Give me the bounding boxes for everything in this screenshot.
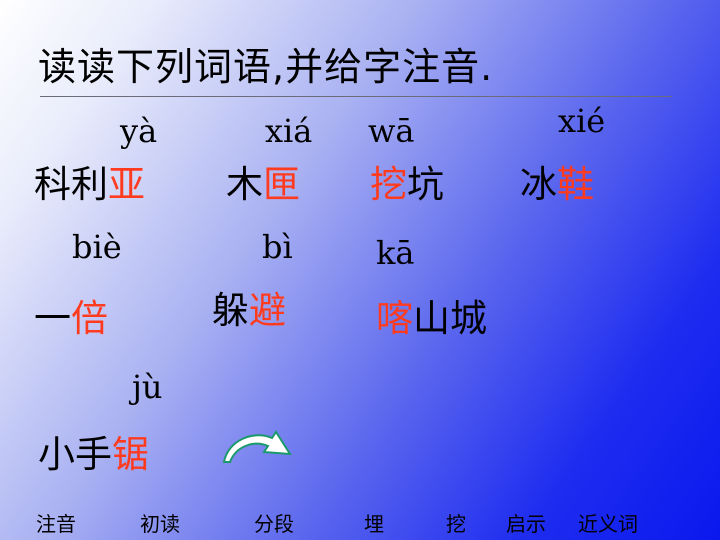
word-muxia: 木匣 (226, 154, 300, 208)
word-kashancheng: 喀山城 (376, 288, 487, 342)
pinyin-wa: wā (368, 112, 415, 150)
word-prefix: 一 (34, 297, 71, 340)
word-prefix: 小手 (38, 433, 112, 476)
nav-jinyici[interactable]: 近义词 (578, 508, 638, 537)
pinyin-bi: bì (262, 228, 293, 266)
nav-wa[interactable]: 挖 (446, 508, 466, 537)
word-duobi: 躲避 (212, 280, 286, 334)
word-prefix: 科利 (34, 163, 108, 206)
word-xiaoshouju: 小手锯 (38, 424, 149, 478)
nav-qishi[interactable]: 启示 (506, 508, 546, 537)
curved-arrow-icon[interactable] (218, 426, 294, 464)
nav-fenduan[interactable]: 分段 (254, 508, 294, 537)
target-char: 喀 (376, 297, 413, 340)
word-prefix: 躲 (212, 289, 249, 332)
pinyin-ya: yà (120, 112, 158, 150)
nav-zhuyin[interactable]: 注音 (36, 508, 76, 537)
target-char: 亚 (108, 163, 145, 206)
word-prefix: 冰 (520, 163, 557, 206)
slide-title: 读读下列词语,并给字注音. (38, 45, 494, 89)
pinyin-bie: biè (72, 228, 122, 266)
target-char: 匣 (263, 163, 300, 206)
word-suffix: 坑 (407, 163, 444, 206)
word-bingxie: 冰鞋 (520, 154, 594, 208)
target-char: 倍 (71, 297, 108, 340)
target-char: 鞋 (557, 163, 594, 206)
pinyin-ka: kā (376, 234, 415, 272)
word-suffix: 山城 (413, 297, 487, 340)
word-keliya: 科利亚 (34, 154, 145, 208)
pinyin-ju: jù (132, 368, 163, 406)
word-yibei: 一倍 (34, 288, 108, 342)
nav-mai[interactable]: 埋 (364, 508, 384, 537)
word-wakeng: 挖坑 (370, 154, 444, 208)
target-char: 锯 (112, 433, 149, 476)
target-char: 避 (249, 289, 286, 332)
pinyin-xie: xié (558, 102, 606, 140)
nav-chudu[interactable]: 初读 (140, 508, 180, 537)
pinyin-xia: xiá (265, 112, 313, 150)
target-char: 挖 (370, 163, 407, 206)
word-prefix: 木 (226, 163, 263, 206)
title-divider (40, 96, 672, 97)
